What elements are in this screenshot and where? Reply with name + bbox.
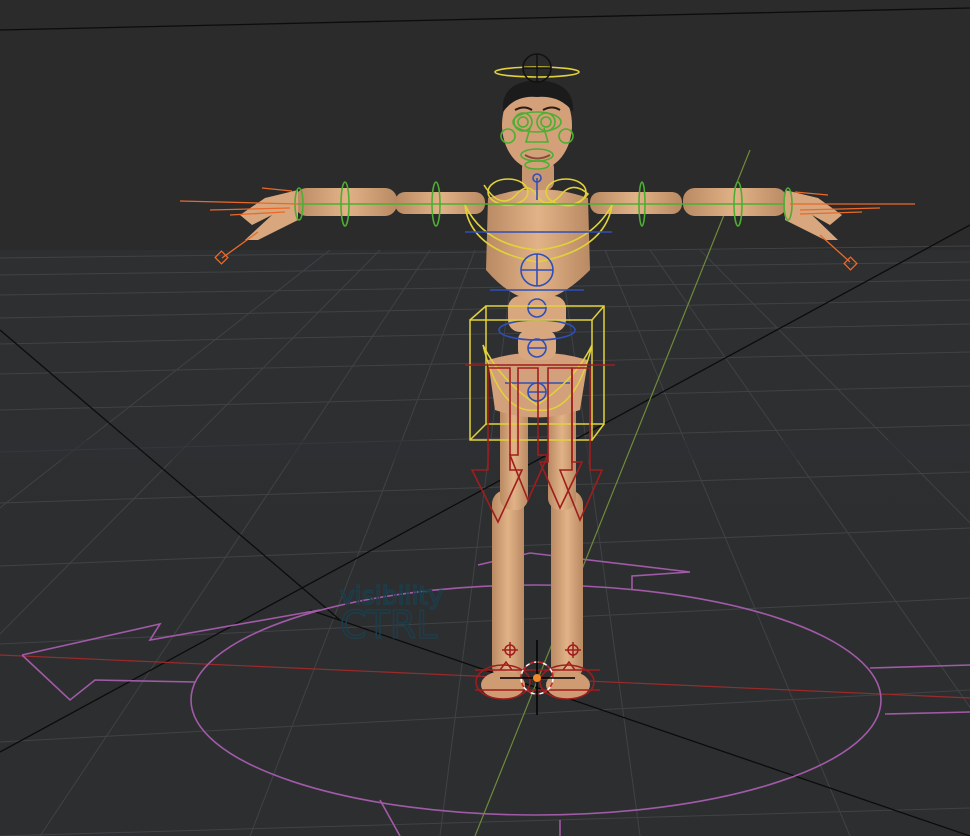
visibility-label-line2: CTRL [340,603,437,647]
horizon-band [0,440,970,460]
3d-viewport[interactable]: visibility CTRL [0,0,970,836]
floor-plane [0,250,970,836]
visibility-ctrl-label[interactable]: visibility CTRL [339,580,444,648]
